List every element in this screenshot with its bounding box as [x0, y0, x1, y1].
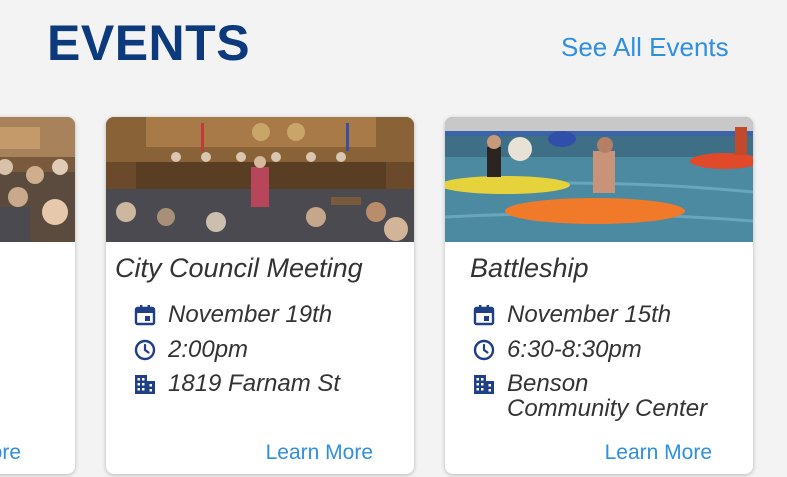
event-location: Benson Community Center [507, 371, 707, 421]
event-photo [445, 117, 753, 242]
event-location-row: 1819 Farnam St [133, 371, 340, 396]
event-date: November 15th [507, 301, 672, 328]
event-time: 6:30-8:30pm [507, 336, 642, 363]
event-card[interactable]: Battleship November 15th 6:30-8:30pm Ben… [445, 117, 753, 474]
event-card[interactable]: City Council Meeting November 19th 2:00p… [106, 117, 414, 474]
event-location-line1: Benson [507, 370, 589, 397]
event-time-row: 6:30-8:30pm [472, 337, 642, 362]
event-time: 2:00pm [168, 336, 249, 363]
building-icon [135, 375, 155, 394]
event-photo [0, 117, 75, 242]
event-location-row: Benson Community Center [472, 371, 707, 421]
building-icon [474, 375, 494, 394]
clock-icon [134, 339, 156, 361]
event-date-row: November 19th [133, 302, 332, 327]
event-location: 1819 Farnam St [168, 370, 341, 397]
calendar-icon [134, 305, 156, 326]
event-photo [106, 117, 414, 242]
clock-icon [473, 339, 495, 361]
page-title: EVENTS [47, 15, 251, 71]
see-all-events-link[interactable]: See All Events [561, 34, 729, 60]
event-date-row: November 15th [472, 302, 671, 327]
event-time-row: 2:00pm [133, 337, 248, 362]
calendar-icon [473, 305, 495, 326]
event-title: City Council Meeting [115, 253, 363, 283]
event-title: Battleship [470, 253, 589, 283]
event-location-line2: Community Center [507, 395, 708, 423]
learn-more-link[interactable]: Learn More [266, 442, 373, 463]
learn-more-link[interactable]: Learn More [605, 442, 712, 463]
learn-more-link[interactable]: lore [0, 442, 21, 463]
event-card-partial[interactable]: lore [0, 117, 75, 474]
event-date: November 19th [168, 301, 333, 328]
